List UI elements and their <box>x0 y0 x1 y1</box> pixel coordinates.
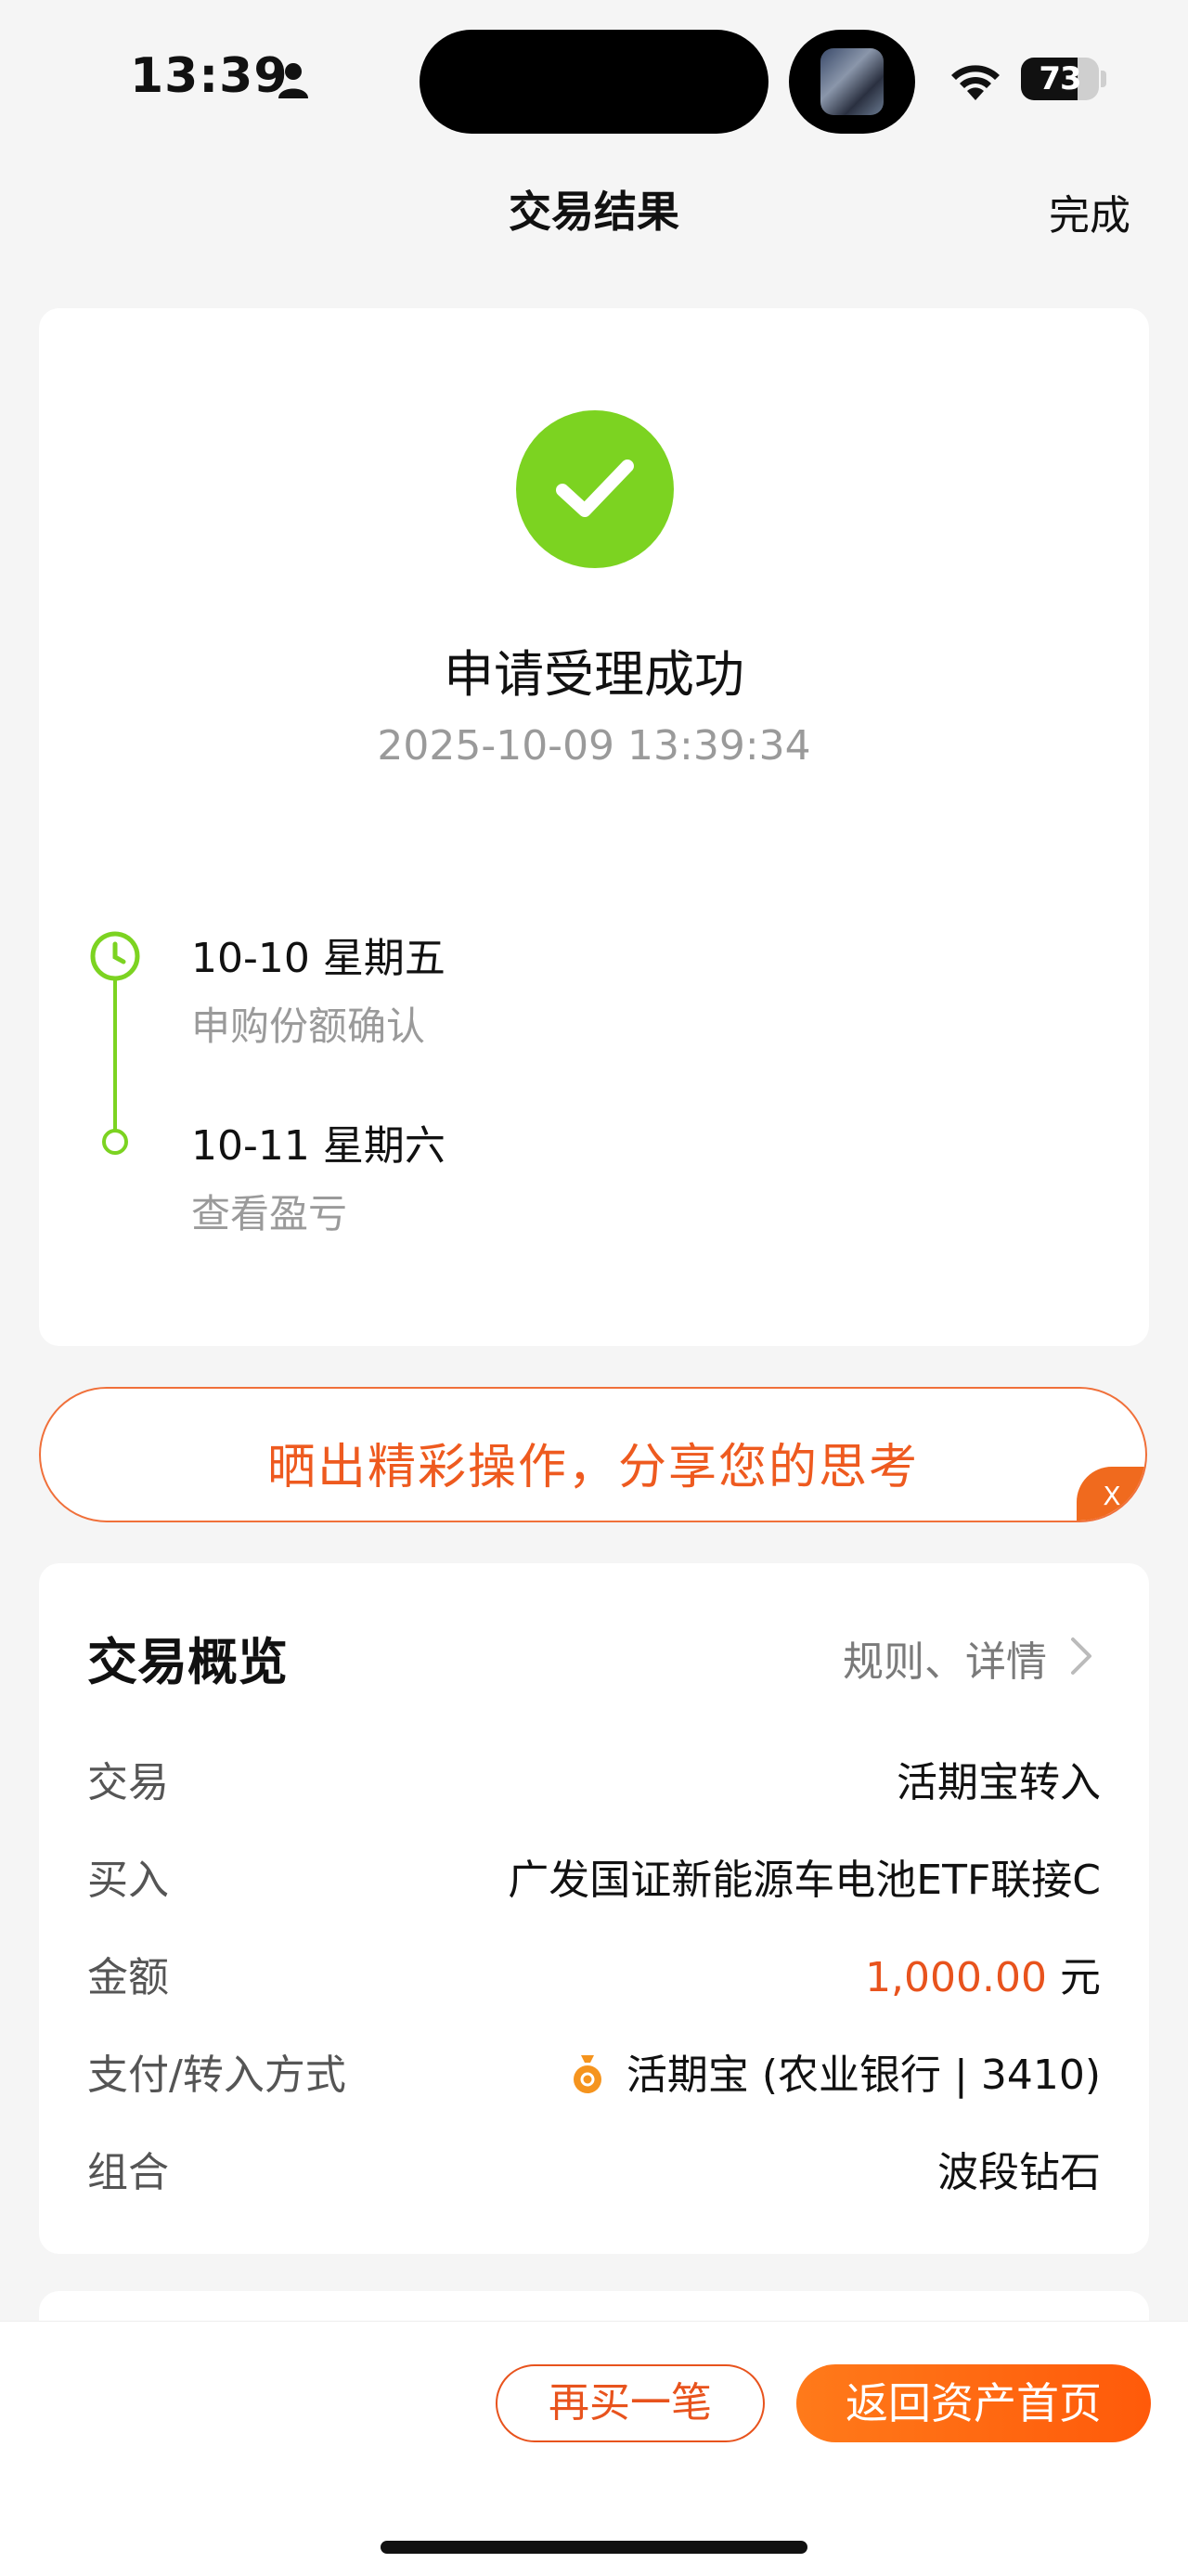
person-icon <box>278 63 308 98</box>
overview-row-payment: 支付/转入方式 活期宝 (农业银行 | 3410) <box>87 2041 1101 2099</box>
status-bar: 13:39 73 <box>0 0 1188 158</box>
result-card: 申请受理成功 2025-10-09 13:39:34 10-10 星期五 申购份… <box>39 308 1149 1346</box>
row-label: 买入 <box>87 1857 169 1904</box>
timeline-date: 10-11 星期六 <box>191 1122 446 1170</box>
share-banner[interactable]: 晒出精彩操作，分享您的思考 X <box>39 1387 1147 1522</box>
dynamic-island <box>420 30 768 134</box>
rules-details-link[interactable]: 规则、详情 <box>843 1628 1047 1688</box>
home-indicator <box>381 2541 807 2554</box>
overview-row-trade: 交易 活期宝转入 <box>87 1749 1101 1806</box>
timeline-dot-icon <box>102 1129 128 1155</box>
status-time: 13:39 <box>130 48 289 104</box>
wifi-icon <box>951 65 1000 100</box>
avatar <box>820 48 884 115</box>
row-value: 广发国证新能源车电池ETF联接C <box>508 1857 1101 1904</box>
live-activity[interactable] <box>789 30 915 134</box>
buy-again-button[interactable]: 再买一笔 <box>496 2364 765 2442</box>
row-value: 活期宝 (农业银行 | 3410) <box>569 2041 1101 2101</box>
result-timestamp: 2025-10-09 13:39:34 <box>377 722 811 770</box>
timeline-date: 10-10 星期五 <box>191 935 446 982</box>
overview-row-buy: 买入 广发国证新能源车电池ETF联接C <box>87 1846 1101 1904</box>
row-label: 支付/转入方式 <box>87 2052 346 2099</box>
timeline-desc: 申购份额确认 <box>191 1003 426 1049</box>
battery-icon: 73 <box>1021 58 1099 100</box>
overview-card: 交易概览 规则、详情 交易 活期宝转入 买入 广发国证新能源车电池ETF联接C … <box>39 1563 1149 2254</box>
clock-icon <box>90 931 140 981</box>
money-bag-icon <box>573 2055 601 2093</box>
result-title: 申请受理成功 <box>444 645 744 704</box>
timeline-line <box>113 964 117 1138</box>
battery-level: 73 <box>1039 60 1081 97</box>
row-label: 交易 <box>87 1759 169 1806</box>
battery-cap <box>1101 71 1106 87</box>
overview-row-portfolio: 组合 波段钻石 <box>87 2139 1101 2196</box>
close-icon[interactable]: X <box>1077 1467 1145 1521</box>
overview-title: 交易概览 <box>87 1633 288 1691</box>
success-check-icon <box>516 410 674 568</box>
row-value: 活期宝转入 <box>897 1759 1101 1806</box>
row-label: 金额 <box>87 1954 169 2001</box>
amount-value: 1,000.00 <box>865 1954 1047 2001</box>
bottom-action-bar: 再买一笔 返回资产首页 <box>0 2321 1188 2576</box>
share-banner-text: 晒出精彩操作，分享您的思考 <box>266 1440 919 1495</box>
row-label: 组合 <box>87 2149 169 2196</box>
chevron-right-icon[interactable] <box>1069 1636 1093 1676</box>
page-title: 交易结果 <box>509 187 679 237</box>
payment-method: 活期宝 (农业银行 | 3410) <box>626 2052 1101 2099</box>
timeline-desc: 查看盈亏 <box>191 1191 348 1236</box>
overview-row-amount: 金额 1,000.00 元 <box>87 1944 1101 2003</box>
row-value: 波段钻石 <box>937 2149 1101 2196</box>
amount-unit: 元 <box>1047 1954 1101 2001</box>
row-value: 1,000.00 元 <box>865 1944 1101 2003</box>
done-button[interactable]: 完成 <box>1049 182 1130 241</box>
back-to-assets-button[interactable]: 返回资产首页 <box>796 2364 1151 2442</box>
